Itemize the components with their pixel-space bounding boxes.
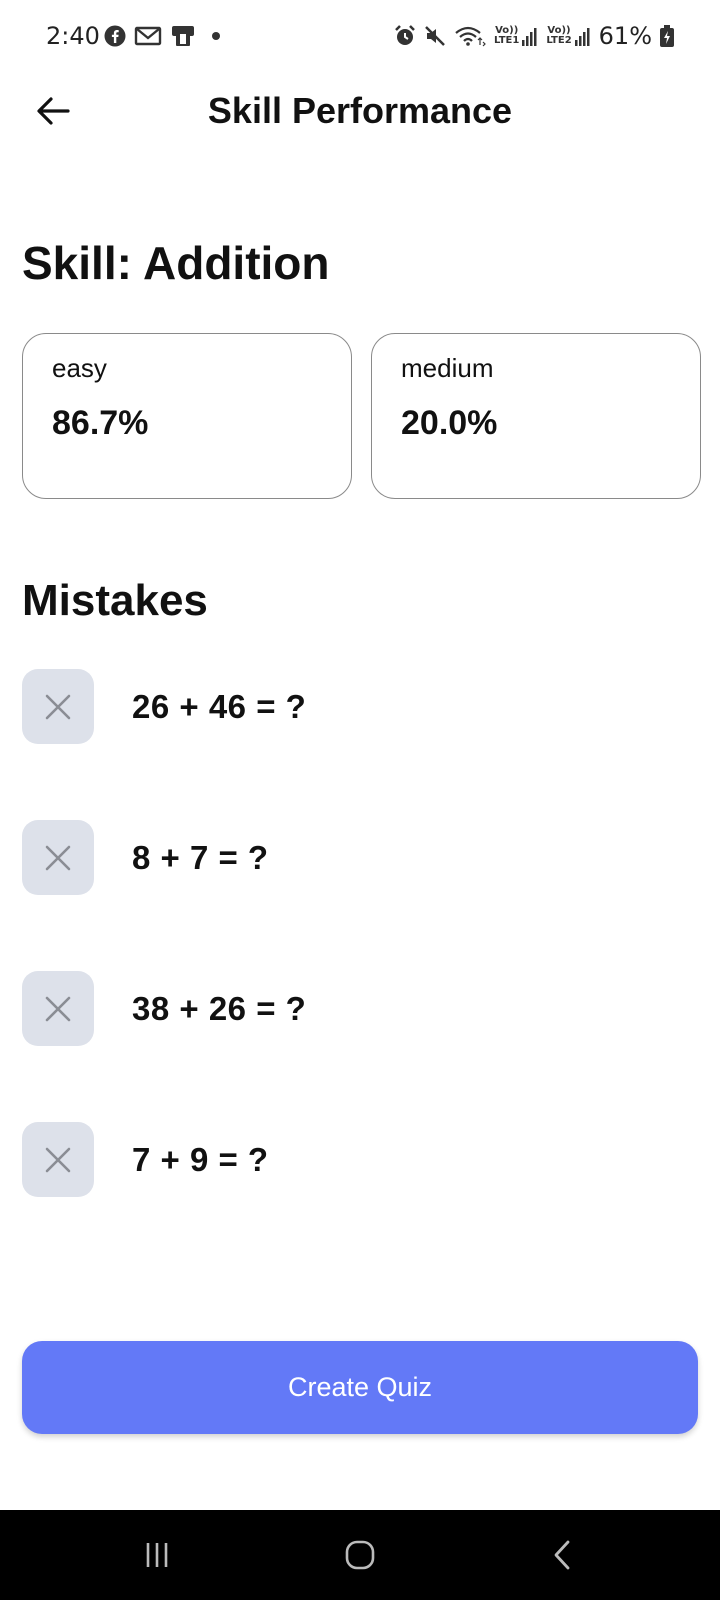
mistake-question: 26 + 46 = ? — [132, 687, 307, 725]
battery-percent: 61% — [598, 22, 652, 50]
mute-icon — [425, 26, 445, 46]
sim1-indicator: Vo)) LTE1 — [494, 26, 538, 46]
system-back-button[interactable] — [532, 1535, 592, 1575]
wifi-icon — [455, 26, 486, 47]
card-medium[interactable]: medium 20.0% — [371, 333, 701, 499]
app-bar: Skill Performance — [0, 78, 720, 144]
list-item[interactable]: 26 + 46 = ? — [22, 669, 702, 744]
recent-apps-button[interactable] — [127, 1535, 187, 1575]
mistake-list: 26 + 46 = ? 8 + 7 = ? 38 + 26 = ? 7 + 9 … — [22, 669, 702, 1273]
list-item[interactable]: 8 + 7 = ? — [22, 820, 702, 895]
battery-icon — [660, 25, 674, 47]
mistake-question: 8 + 7 = ? — [132, 838, 269, 876]
close-icon — [45, 694, 71, 719]
back-icon — [554, 1540, 570, 1570]
card-easy[interactable]: easy 86.7% — [22, 333, 352, 499]
mistake-question: 38 + 26 = ? — [132, 989, 307, 1027]
close-icon — [45, 1147, 71, 1172]
mistakes-heading: Mistakes — [22, 576, 208, 625]
list-item[interactable]: 7 + 9 = ? — [22, 1122, 702, 1197]
close-icon — [45, 845, 71, 870]
list-item[interactable]: 38 + 26 = ? — [22, 971, 702, 1046]
mistake-icon-box — [22, 1122, 94, 1197]
sim2-label: LTE2 — [546, 35, 572, 46]
mistake-question: 7 + 9 = ? — [132, 1140, 269, 1178]
skill-heading: Skill: Addition — [22, 237, 330, 289]
card-value: 20.0% — [401, 404, 498, 442]
system-nav-bar — [0, 1510, 720, 1600]
signal-icon — [574, 28, 590, 46]
card-value: 86.7% — [52, 404, 149, 442]
mistake-icon-box — [22, 669, 94, 744]
status-system-icons: Vo)) LTE1 Vo)) LTE2 61% — [394, 22, 674, 50]
more-notifications-dot — [212, 32, 220, 40]
gmail-icon — [134, 26, 162, 46]
notification-icon — [172, 26, 194, 46]
signal-icon — [522, 28, 537, 46]
page-title: Skill Performance — [207, 90, 513, 131]
status-time: 2:40 — [46, 22, 100, 50]
card-label: easy — [52, 353, 107, 383]
recent-apps-icon — [146, 1543, 168, 1567]
alarm-icon — [395, 25, 415, 45]
mistake-icon-box — [22, 971, 94, 1046]
close-icon — [45, 996, 71, 1021]
status-notification-icons — [104, 24, 220, 48]
mistake-icon-box — [22, 820, 94, 895]
sim2-indicator: Vo)) LTE2 — [546, 26, 590, 46]
facebook-icon — [104, 25, 126, 47]
card-label: medium — [401, 353, 494, 383]
sim1-label: LTE1 — [494, 35, 520, 46]
home-button[interactable] — [330, 1535, 390, 1575]
status-bar: 2:40 Vo)) LTE1 Vo)) LTE2 61% — [0, 0, 720, 78]
home-icon — [345, 1540, 375, 1570]
create-quiz-button[interactable]: Create Quiz — [22, 1341, 698, 1434]
difficulty-cards: easy 86.7% medium 20.0% — [22, 333, 701, 499]
